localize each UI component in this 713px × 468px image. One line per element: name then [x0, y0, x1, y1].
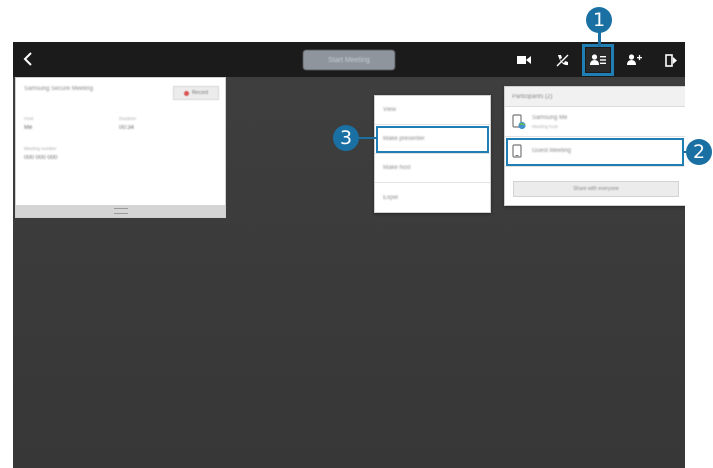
tablet-screen: Start Meeting Samsung Secure Meeting Rec… — [13, 42, 685, 468]
callout-connector-2 — [683, 151, 688, 153]
participants-panel: Participants (2) Samsung Me Meeting host… — [504, 86, 685, 206]
menu-item-make-host[interactable]: Make host — [375, 154, 490, 183]
field-value: 000 000 000 — [24, 155, 58, 161]
participants-button[interactable] — [582, 44, 614, 76]
field-label: Meeting number — [24, 146, 57, 151]
callout-connector-3 — [358, 137, 377, 139]
menu-item-view[interactable]: View — [375, 96, 490, 125]
back-icon — [23, 52, 32, 66]
tablet-globe-icon — [512, 114, 526, 130]
field-label: Duration — [119, 116, 137, 121]
participant-context-menu: View Make presenter Make host Expel — [374, 95, 491, 213]
meeting-info-card: Samsung Secure Meeting Record Host Me Du… — [15, 77, 226, 218]
participant-name: Guest Meeting — [532, 148, 572, 154]
callout-badge-2: 2 — [686, 139, 712, 165]
callout-connector-1 — [598, 32, 601, 47]
field-value: Me — [24, 125, 33, 131]
menu-item-make-presenter[interactable]: Make presenter — [375, 125, 490, 154]
back-button[interactable] — [17, 48, 39, 70]
mute-button[interactable] — [550, 48, 574, 72]
participants-icon — [590, 54, 606, 65]
exit-button[interactable] — [659, 48, 683, 72]
field-value: 00:34 — [119, 125, 135, 131]
participant-row-selected[interactable]: Guest Meeting — [505, 137, 685, 167]
exit-icon — [664, 53, 677, 67]
callout-badge-1: 1 — [586, 7, 612, 33]
share-with-everyone-button[interactable]: Share with everyone — [513, 181, 679, 197]
menu-item-expel[interactable]: Expel — [375, 183, 490, 212]
video-button[interactable] — [512, 48, 536, 72]
participant-row[interactable]: Samsung Me Meeting host — [505, 107, 685, 137]
meeting-title-button[interactable]: Start Meeting — [303, 50, 395, 70]
record-button-label: Record — [191, 90, 209, 96]
callout-badge-3: 3 — [333, 125, 359, 151]
mute-icon — [556, 54, 568, 66]
participant-subtitle: Meeting host — [532, 124, 558, 129]
record-dot-icon — [183, 90, 189, 96]
add-participant-button[interactable] — [622, 48, 646, 72]
add-participant-icon — [626, 54, 642, 65]
participant-name: Samsung Me — [532, 115, 568, 121]
field-label: Host — [24, 116, 34, 121]
tablet-icon — [512, 144, 522, 158]
handle-grip-icon — [113, 208, 128, 214]
record-button[interactable]: Record — [173, 86, 219, 100]
top-toolbar: Start Meeting — [13, 42, 685, 77]
card-drag-handle[interactable] — [16, 205, 225, 217]
participants-header: Participants (2) — [505, 87, 685, 107]
video-icon — [517, 56, 531, 64]
meeting-card-title: Samsung Secure Meeting — [24, 86, 94, 92]
